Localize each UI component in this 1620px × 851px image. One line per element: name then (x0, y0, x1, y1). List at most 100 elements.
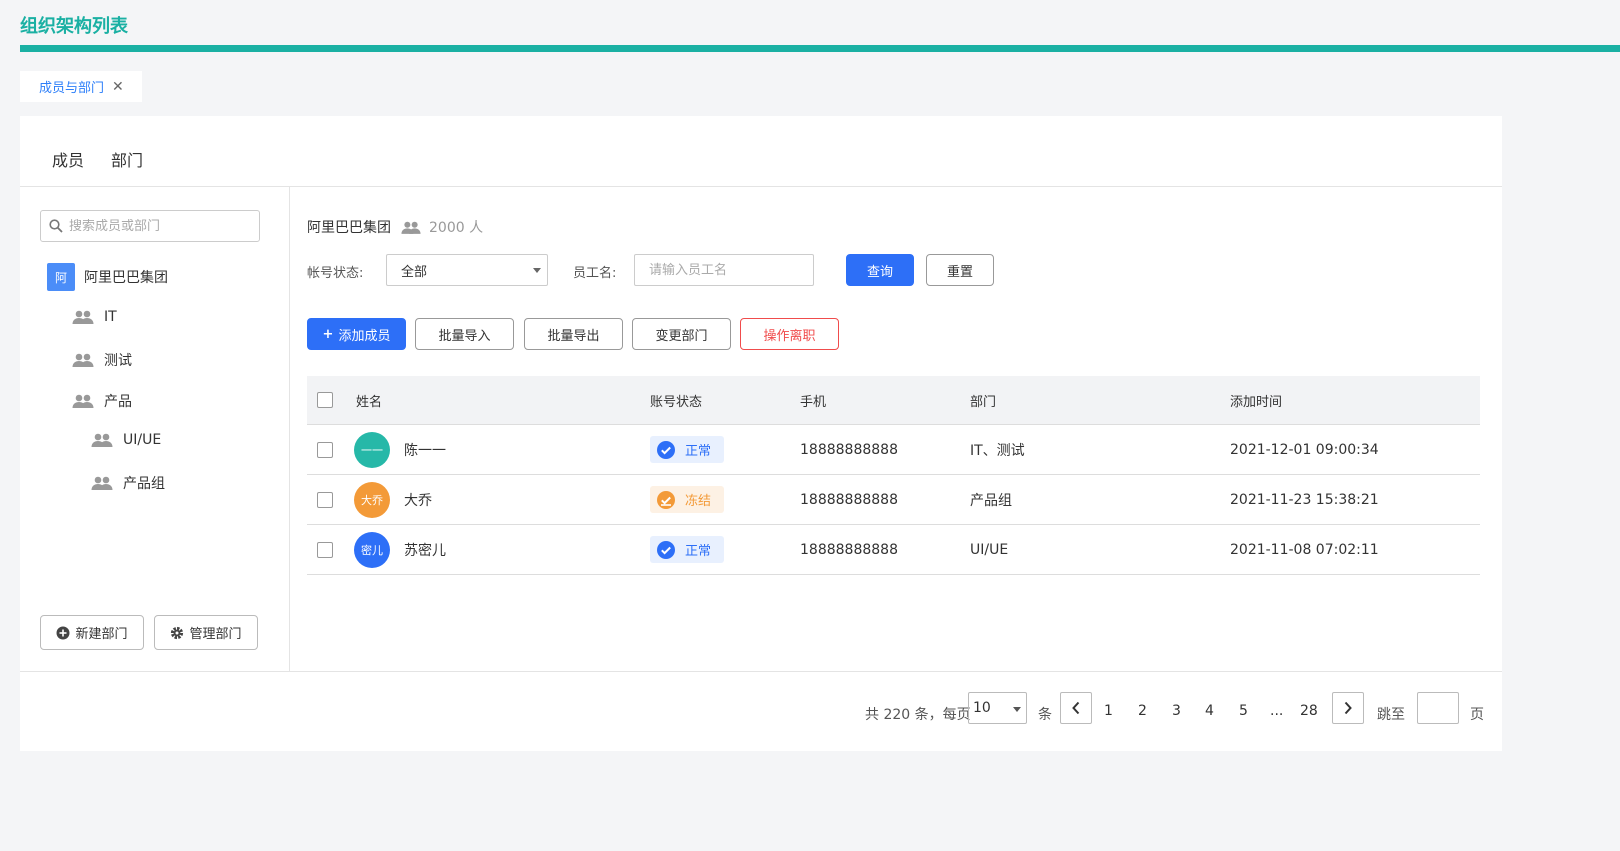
page-size-unit: 条 (1038, 707, 1052, 723)
tree-item-uiue[interactable]: UI/UE (91, 432, 161, 448)
page-title: 组织架构列表 (20, 16, 128, 37)
plus-icon: + (322, 326, 334, 342)
group-icon (401, 221, 421, 234)
batch-import-button[interactable]: 批量导入 (415, 318, 514, 350)
tab-label: 成员与部门 (39, 81, 105, 96)
status-text: 正常 (685, 444, 712, 459)
row-checkbox[interactable] (317, 541, 333, 558)
member-list-panel: 阿里巴巴集团 2000 人 帐号状态: 全部 员工名: 查询 重置 + 添加成员… (290, 187, 1502, 671)
employee-name-input[interactable] (634, 254, 814, 286)
pagination-total: 共 220 条，每页 (865, 707, 971, 723)
avatar: 密儿 (354, 531, 390, 568)
batch-export-button[interactable]: 批量导出 (524, 318, 623, 350)
column-header-status: 账号状态 (650, 394, 703, 410)
member-department: 产品组 (970, 492, 1012, 509)
tree-search-box (40, 210, 260, 242)
group-icon (72, 310, 94, 324)
status-filter-label: 帐号状态: (307, 266, 364, 281)
next-page-button[interactable] (1332, 692, 1364, 724)
org-header: 阿里巴巴集团 2000 人 (307, 217, 483, 237)
main-card: 成员 部门 阿 阿里巴巴集团 IT 测试 产品 UI/UE (20, 116, 1502, 751)
select-all-checkbox[interactable] (317, 392, 333, 408)
member-department: IT、测试 (970, 442, 1025, 459)
tree-item-test[interactable]: 测试 (72, 350, 132, 370)
page-2[interactable]: 2 (1138, 703, 1147, 719)
table-row[interactable]: 密儿 苏密儿 正常 18888888888 UI/UE 2021-11-08 0… (307, 525, 1480, 575)
member-name: 陈一一 (404, 442, 446, 459)
status-badge: 冻结 (650, 486, 725, 513)
page-1[interactable]: 1 (1104, 703, 1113, 719)
tree-item-it[interactable]: IT (72, 309, 117, 325)
close-icon[interactable]: ✕ (112, 79, 124, 95)
select-value: 全部 (401, 264, 428, 280)
column-header-phone: 手机 (800, 394, 827, 410)
table-header: 姓名 账号状态 手机 部门 添加时间 (307, 376, 1480, 425)
button-label: 管理部门 (189, 627, 242, 642)
status-text: 冻结 (685, 494, 712, 509)
member-name: 大乔 (404, 492, 432, 509)
title-bar (20, 45, 1620, 52)
avatar: 大乔 (354, 481, 390, 518)
member-added-time: 2021-11-08 07:02:11 (1230, 541, 1379, 558)
member-count: 2000 人 (429, 220, 484, 236)
column-header-name: 姓名 (356, 394, 383, 410)
member-added-time: 2021-11-23 15:38:21 (1230, 491, 1379, 508)
status-badge: 正常 (650, 536, 725, 563)
button-label: 新建部门 (75, 627, 128, 642)
new-department-button[interactable]: 新建部门 (40, 615, 144, 650)
tab-members[interactable]: 成员 (52, 147, 84, 171)
jump-to-label: 跳至 (1377, 707, 1405, 723)
table-row[interactable]: 大乔 大乔 冻结 18888888888 产品组 2021-11-23 15:3… (307, 475, 1480, 525)
org-badge: 阿 (47, 263, 75, 291)
group-icon (91, 433, 113, 447)
change-department-button[interactable]: 变更部门 (632, 318, 731, 350)
check-circle-icon (657, 440, 675, 459)
group-icon (72, 353, 94, 367)
query-button[interactable]: 查询 (846, 254, 914, 286)
tree-search-input[interactable] (69, 218, 249, 234)
tab-members-departments[interactable]: 成员与部门 ✕ (20, 71, 142, 102)
page-4[interactable]: 4 (1205, 703, 1214, 719)
prev-page-button[interactable] (1060, 692, 1092, 724)
check-circle-icon (657, 540, 675, 559)
jump-to-page-input[interactable] (1417, 692, 1459, 724)
row-checkbox[interactable] (317, 441, 333, 458)
page-28[interactable]: 28 (1300, 703, 1318, 719)
chevron-right-icon (1344, 701, 1352, 715)
member-phone: 18888888888 (800, 441, 898, 458)
status-filter-select[interactable]: 全部 (386, 254, 548, 286)
org-name: 阿里巴巴集团 (307, 220, 391, 236)
caret-down-icon (533, 268, 541, 273)
reset-button[interactable]: 重置 (926, 254, 994, 286)
manage-department-button[interactable]: 管理部门 (154, 615, 258, 650)
tree-item-label: 产品 (104, 394, 132, 410)
table-row[interactable]: 一一 陈一一 正常 18888888888 IT、测试 2021-12-01 0… (307, 425, 1480, 475)
tree-item-product-group[interactable]: 产品组 (91, 473, 165, 493)
resign-button[interactable]: 操作离职 (740, 318, 839, 350)
search-icon (49, 219, 63, 233)
tree-item-label: 测试 (104, 353, 132, 369)
add-member-button[interactable]: + 添加成员 (307, 318, 406, 350)
tree-item-root[interactable]: 阿 阿里巴巴集团 (47, 263, 168, 291)
row-checkbox[interactable] (317, 491, 333, 508)
tab-departments[interactable]: 部门 (111, 147, 143, 171)
button-label: 添加成员 (338, 328, 391, 344)
tree-item-product[interactable]: 产品 (72, 391, 132, 411)
pagination: 共 220 条，每页 10 条 1 2 3 4 5 ... 28 跳至 页 (20, 671, 1502, 751)
member-name: 苏密儿 (404, 542, 446, 559)
gear-icon (171, 626, 184, 639)
tree-item-label: 产品组 (123, 476, 165, 492)
page-size-select[interactable]: 10 (968, 692, 1027, 724)
page-5[interactable]: 5 (1239, 703, 1248, 719)
caret-down-icon (1013, 707, 1021, 712)
page-ellipsis[interactable]: ... (1270, 703, 1283, 719)
member-table: 姓名 账号状态 手机 部门 添加时间 一一 陈一一 正常 18888888888… (307, 376, 1480, 575)
status-text: 正常 (685, 544, 712, 559)
chevron-left-icon (1072, 701, 1080, 715)
member-department: UI/UE (970, 541, 1009, 558)
page-suffix-label: 页 (1470, 707, 1484, 723)
department-tree-panel: 阿 阿里巴巴集团 IT 测试 产品 UI/UE 产品组 新建部门 (20, 187, 290, 671)
member-phone: 18888888888 (800, 491, 898, 508)
page-3[interactable]: 3 (1172, 703, 1181, 719)
tree-item-label: 阿里巴巴集团 (84, 270, 168, 286)
